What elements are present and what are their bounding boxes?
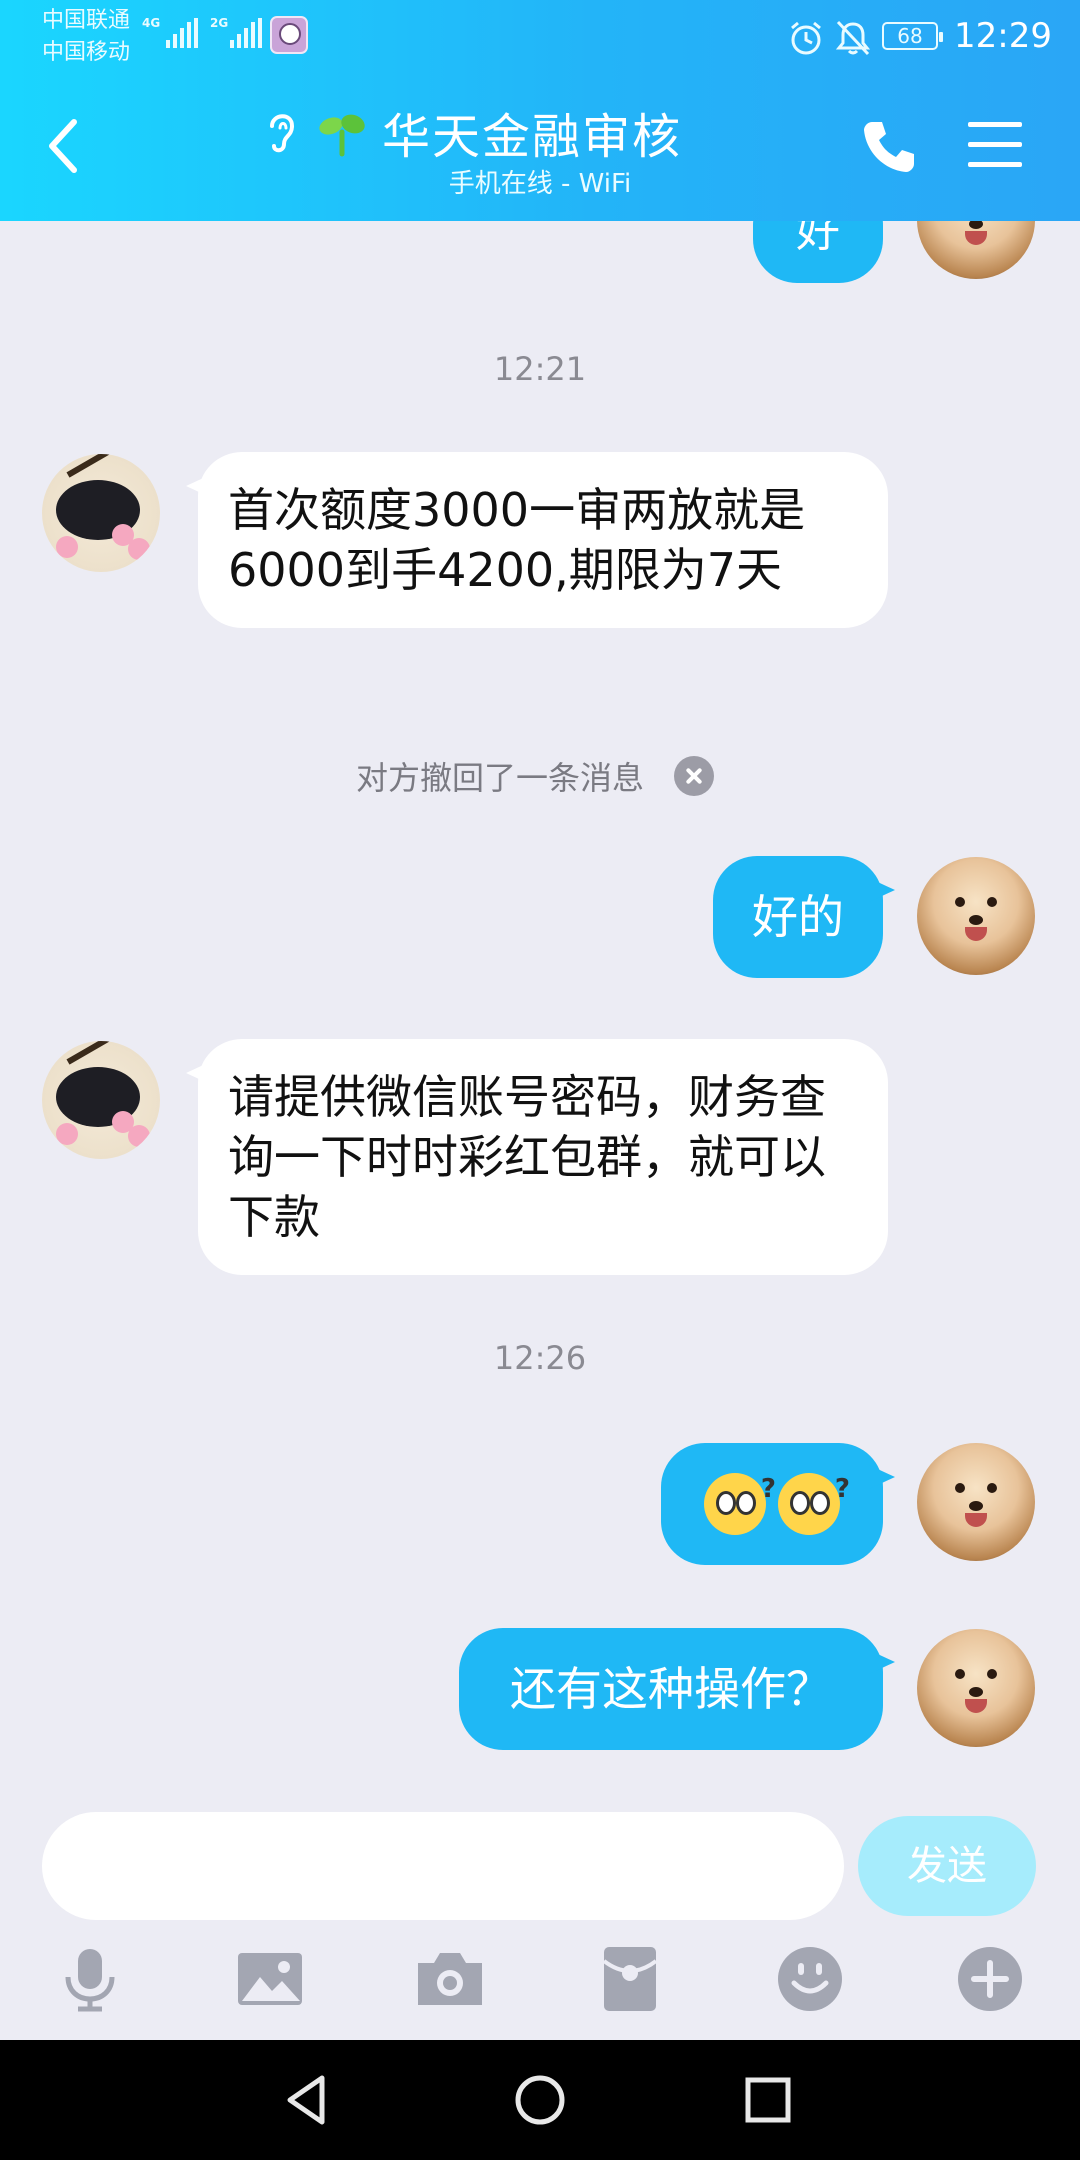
carrier-1: 中国联通 bbox=[42, 8, 131, 33]
message-timestamp: 12:21 bbox=[493, 350, 587, 388]
outgoing-message-bubble[interactable]: 还有这种操作？ bbox=[459, 1628, 895, 1750]
signal-icon-2 bbox=[230, 18, 262, 48]
my-avatar[interactable] bbox=[917, 1629, 1035, 1747]
network-type-1: 4G bbox=[142, 16, 161, 30]
emoji-icon[interactable] bbox=[774, 1943, 846, 2015]
outgoing-message-bubble[interactable]: 好 bbox=[753, 221, 895, 283]
contact-avatar[interactable] bbox=[42, 1041, 160, 1159]
my-avatar[interactable] bbox=[917, 1443, 1035, 1561]
mute-bell-icon bbox=[835, 20, 871, 56]
menu-icon[interactable] bbox=[968, 122, 1022, 168]
nav-home-icon[interactable] bbox=[510, 2070, 570, 2130]
nav-recents-icon[interactable] bbox=[738, 2070, 798, 2130]
incoming-message-bubble[interactable]: 请提供微信账号密码，财务查询一下时时彩红包群，就可以下款 bbox=[186, 1039, 888, 1275]
network-type-2: 2G bbox=[210, 16, 229, 30]
system-navigation-bar bbox=[0, 2040, 1080, 2160]
recall-notice: 对方撤回了一条消息 bbox=[356, 753, 715, 799]
confused-face-emoji: ? bbox=[704, 1473, 776, 1535]
sprout-icon bbox=[319, 114, 365, 157]
signal-icon bbox=[166, 18, 198, 48]
close-icon[interactable] bbox=[674, 756, 715, 796]
notification-app-icon bbox=[270, 16, 308, 54]
title-row: 华天金融审核 bbox=[262, 100, 683, 165]
status-clock: 12:29 bbox=[954, 16, 1052, 56]
message-input[interactable] bbox=[42, 1812, 844, 1920]
contact-avatar[interactable] bbox=[42, 454, 160, 572]
status-bar: 中国联通 中国移动 4G 2G 68 12:29 bbox=[0, 0, 1080, 80]
my-avatar[interactable] bbox=[917, 221, 1035, 279]
chat-messages[interactable]: 好 12:21 首次额度3000一审两放就是6000到手4200,期限为7天 对… bbox=[0, 221, 1080, 1790]
recall-notice-text: 对方撤回了一条消息 bbox=[356, 759, 645, 797]
incoming-message-bubble[interactable]: 首次额度3000一审两放就是6000到手4200,期限为7天 bbox=[186, 452, 888, 628]
camera-icon[interactable] bbox=[414, 1943, 486, 2015]
ear-icon bbox=[270, 114, 295, 153]
chat-header: 中国联通 中国移动 4G 2G 68 12:29 华天金融审核 手机在线 - W… bbox=[0, 0, 1080, 221]
message-input-bar: 发送 bbox=[0, 1790, 1080, 1925]
confused-face-emoji: ? bbox=[778, 1473, 850, 1535]
outgoing-emoji-bubble[interactable]: ? ? bbox=[661, 1443, 895, 1565]
plus-icon[interactable] bbox=[954, 1943, 1026, 2015]
send-button[interactable]: 发送 bbox=[858, 1816, 1036, 1916]
outgoing-message-bubble[interactable]: 好的 bbox=[713, 856, 895, 978]
microphone-icon[interactable] bbox=[54, 1943, 126, 2015]
alarm-icon bbox=[791, 21, 821, 55]
image-icon[interactable] bbox=[234, 1943, 306, 2015]
message-timestamp: 12:26 bbox=[493, 1339, 587, 1377]
phone-call-icon[interactable] bbox=[858, 116, 918, 176]
nav-back-icon[interactable] bbox=[278, 2070, 338, 2130]
chat-title: 华天金融审核 bbox=[382, 109, 683, 165]
red-packet-icon[interactable] bbox=[594, 1943, 666, 2015]
battery-indicator: 68 bbox=[882, 22, 943, 50]
my-avatar[interactable] bbox=[917, 857, 1035, 975]
carrier-2: 中国移动 bbox=[42, 40, 131, 65]
online-status: 手机在线 - WiFi bbox=[448, 169, 632, 199]
input-toolbar bbox=[0, 1925, 1080, 2040]
